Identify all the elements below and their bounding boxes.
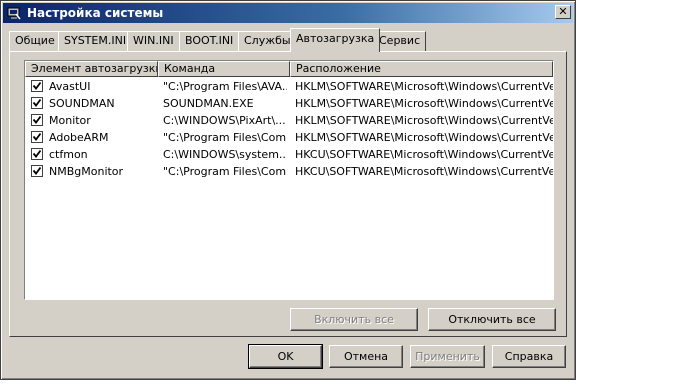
checkmark-icon	[32, 98, 42, 107]
startup-item-location: HKCU\SOFTWARE\Microsoft\Windows\CurrentV…	[295, 165, 553, 178]
startup-tab-panel: Элемент автозагрузки Команда Расположени…	[9, 51, 567, 337]
startup-item-location: HKCU\SOFTWARE\Microsoft\Windows\CurrentV…	[295, 148, 553, 161]
startup-item-command: "C:\Program Files\Com...	[163, 165, 287, 178]
startup-item-command: "C:\Program Files\Com...	[163, 131, 287, 144]
table-row[interactable]: ctfmon C:\WINDOWS\system... HKCU\SOFTWAR…	[25, 146, 553, 163]
checkmark-icon	[32, 166, 42, 175]
startup-item-command: SOUNDMAN.EXE	[163, 97, 254, 110]
startup-item-name: AdobeARM	[49, 131, 109, 144]
checkmark-icon	[32, 115, 42, 124]
column-header-location[interactable]: Расположение	[290, 61, 553, 77]
startup-items-list[interactable]: Элемент автозагрузки Команда Расположени…	[24, 60, 554, 300]
ok-button[interactable]: OK	[248, 344, 323, 369]
disable-all-button[interactable]: Отключить все	[428, 308, 556, 331]
table-row[interactable]: NMBgMonitor "C:\Program Files\Com... HKC…	[25, 163, 553, 180]
startup-item-location: HKLM\SOFTWARE\Microsoft\Windows\CurrentV…	[295, 131, 553, 144]
startup-item-location: HKLM\SOFTWARE\Microsoft\Windows\CurrentV…	[295, 114, 553, 127]
startup-item-checkbox[interactable]	[31, 131, 43, 143]
table-row[interactable]: SOUNDMAN SOUNDMAN.EXE HKLM\SOFTWARE\Micr…	[25, 95, 553, 112]
checkmark-icon	[32, 81, 42, 90]
startup-item-command: "C:\Program Files\AVA...	[163, 80, 287, 93]
column-header-startup-item[interactable]: Элемент автозагрузки	[25, 61, 158, 77]
window-title: Настройка системы	[27, 6, 164, 20]
tab-services[interactable]: Службы	[238, 31, 297, 51]
checkmark-icon	[32, 149, 42, 158]
startup-item-command: C:\WINDOWS\PixArt\...	[163, 114, 286, 127]
tab-tools[interactable]: Сервис	[373, 31, 427, 51]
table-row[interactable]: AdobeARM "C:\Program Files\Com... HKLM\S…	[25, 129, 553, 146]
startup-item-command: C:\WINDOWS\system...	[163, 148, 287, 161]
startup-item-name: AvastUI	[49, 80, 91, 93]
startup-item-name: NMBgMonitor	[49, 165, 124, 178]
cancel-button[interactable]: Отмена	[329, 345, 403, 368]
tab-system-ini[interactable]: SYSTEM.INI	[58, 31, 133, 51]
system-config-icon	[7, 7, 21, 20]
startup-item-name: SOUNDMAN	[49, 97, 115, 110]
column-header-command[interactable]: Команда	[158, 61, 290, 77]
title-bar[interactable]: Настройка системы ✕	[3, 3, 573, 23]
close-button[interactable]: ✕	[555, 5, 571, 19]
startup-item-checkbox[interactable]	[31, 165, 43, 177]
list-header: Элемент автозагрузки Команда Расположени…	[25, 61, 553, 77]
help-button[interactable]: Справка	[492, 345, 566, 368]
apply-button[interactable]: Применить	[410, 345, 485, 368]
startup-item-location: HKLM\SOFTWARE\Microsoft\Windows\CurrentV…	[295, 80, 553, 93]
enable-all-button[interactable]: Включить все	[290, 308, 418, 331]
startup-item-name: Monitor	[49, 114, 91, 127]
tab-boot-ini[interactable]: BOOT.INI	[179, 31, 240, 51]
table-row[interactable]: AvastUI "C:\Program Files\AVA... HKLM\SO…	[25, 78, 553, 95]
startup-item-checkbox[interactable]	[31, 97, 43, 109]
tab-win-ini[interactable]: WIN.INI	[127, 31, 180, 51]
tab-general[interactable]: Общие	[9, 31, 61, 51]
startup-item-location: HKLM\SOFTWARE\Microsoft\Windows\CurrentV…	[295, 97, 553, 110]
checkmark-icon	[32, 132, 42, 141]
startup-item-checkbox[interactable]	[31, 148, 43, 160]
system-config-window: Настройка системы ✕ Общие SYSTEM.INI WIN…	[0, 0, 576, 380]
startup-item-checkbox[interactable]	[31, 114, 43, 126]
startup-item-name: ctfmon	[49, 148, 88, 161]
tab-startup[interactable]: Автозагрузка	[290, 28, 381, 52]
startup-item-checkbox[interactable]	[31, 80, 43, 92]
table-row[interactable]: Monitor C:\WINDOWS\PixArt\... HKLM\SOFTW…	[25, 112, 553, 129]
